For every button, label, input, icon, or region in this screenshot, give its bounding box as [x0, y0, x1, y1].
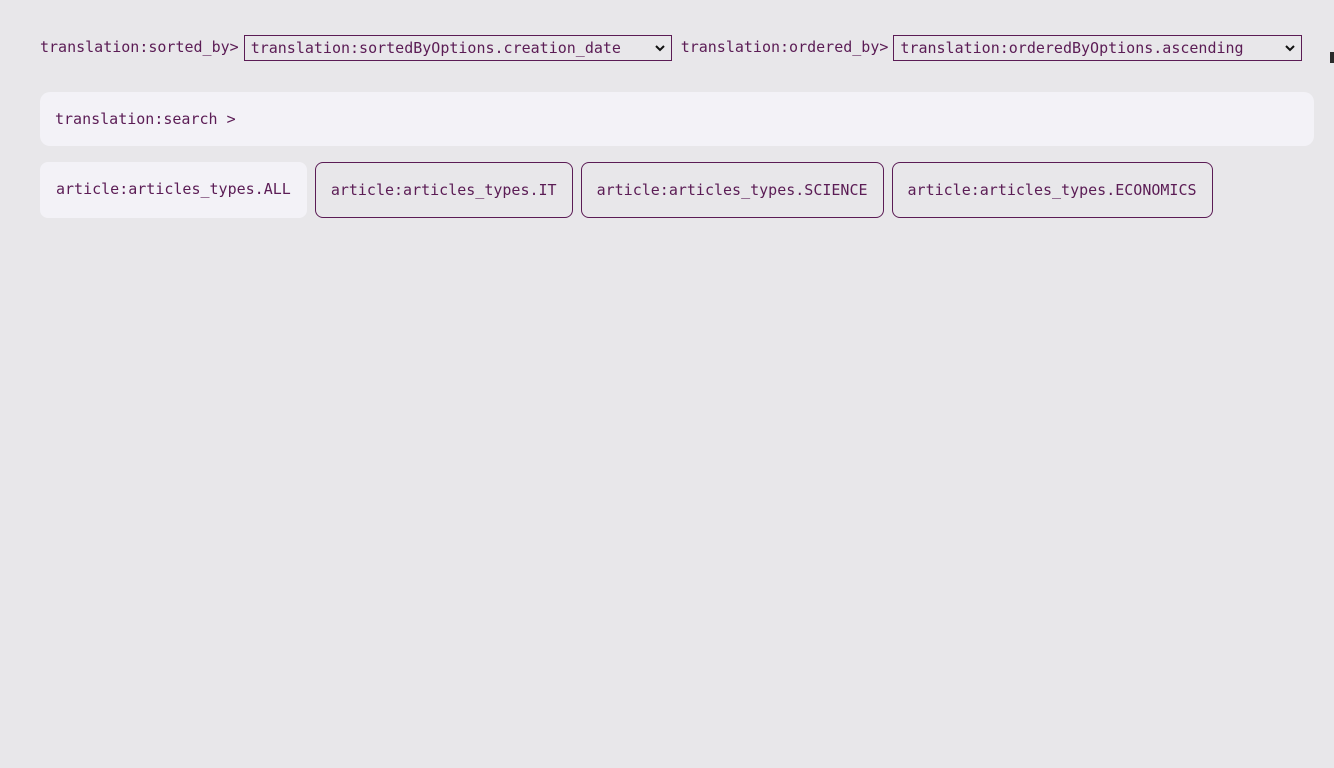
tab-economics[interactable]: article:articles_types.ECONOMICS — [891, 162, 1213, 218]
chevron-down-icon — [1285, 45, 1296, 52]
resize-handle[interactable]: ⋮ — [1329, 24, 1334, 64]
resize-grip-icon — [1330, 52, 1334, 63]
tab-it[interactable]: article:articles_types.IT — [314, 162, 573, 218]
tab-label: article:articles_types.ECONOMICS — [907, 181, 1197, 199]
tab-label: article:articles_types.IT — [330, 181, 557, 199]
ordered-by-select[interactable]: translation:orderedByOptions.ascending — [893, 35, 1303, 61]
tab-label: article:articles_types.SCIENCE — [596, 181, 868, 199]
search-label: translation:search > — [55, 110, 236, 128]
chevron-down-icon — [654, 45, 665, 52]
search-input[interactable]: translation:search > — [40, 92, 1314, 146]
ordered-by-label: translation:ordered_by> — [680, 37, 889, 56]
tab-science[interactable]: article:articles_types.SCIENCE — [580, 162, 884, 218]
article-type-tabs: article:articles_types.ALL article:artic… — [40, 162, 1213, 218]
page: translation:sorted_by> translation:sorte… — [0, 0, 1334, 768]
sorted-by-value: translation:sortedByOptions.creation_dat… — [250, 39, 621, 57]
tab-all[interactable]: article:articles_types.ALL — [40, 162, 307, 218]
ordered-by-value: translation:orderedByOptions.ascending — [900, 39, 1244, 57]
overflow-dots-icon: ⋮ — [1330, 24, 1334, 34]
sorted-by-label: translation:sorted_by> — [40, 37, 239, 56]
sorted-by-select[interactable]: translation:sortedByOptions.creation_dat… — [243, 35, 672, 61]
tab-label: article:articles_types.ALL — [56, 180, 291, 198]
sort-controls: translation:sorted_by> translation:sorte… — [40, 35, 1303, 61]
